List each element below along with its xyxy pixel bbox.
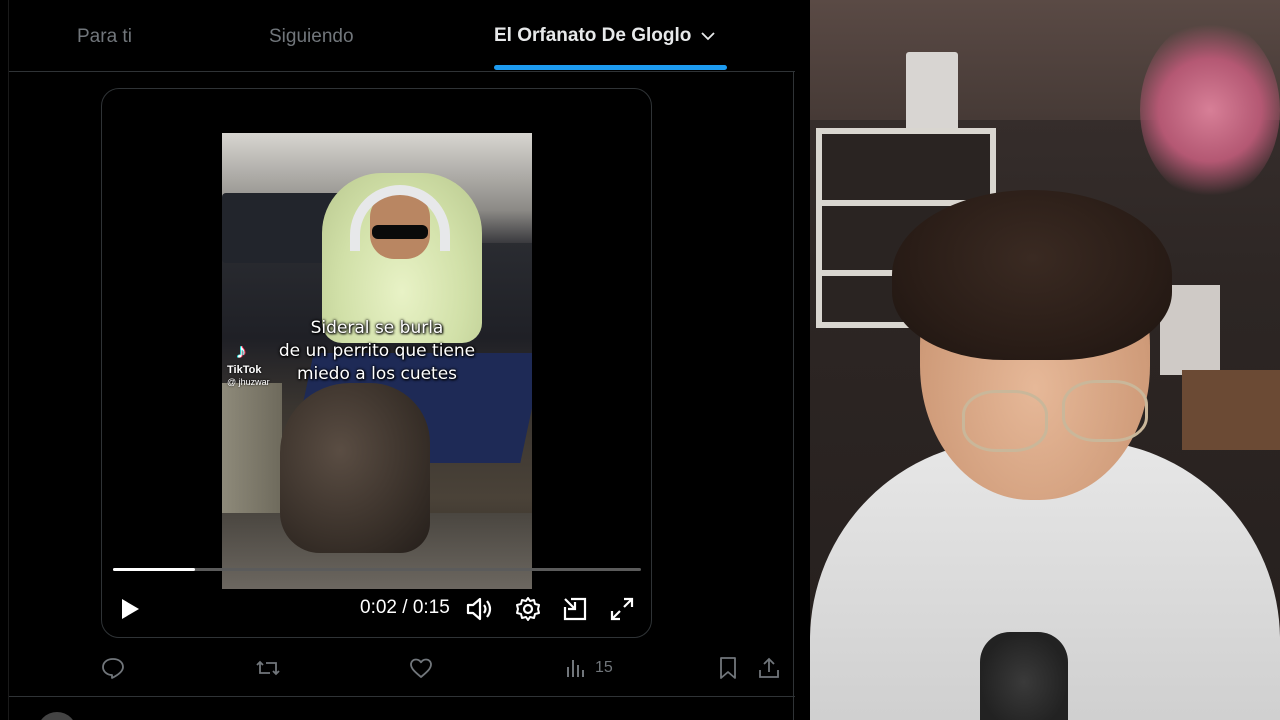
views-count: 15 [595, 659, 613, 676]
heart-icon [410, 658, 432, 678]
video-sunglasses [372, 225, 428, 239]
video-frame[interactable]: Sideral se burla de un perrito que tiene… [222, 133, 532, 589]
tab-following[interactable]: Siguiendo [269, 0, 354, 72]
bookmark-button[interactable] [717, 652, 739, 684]
volume-icon [466, 597, 492, 621]
video-progress-bar[interactable] [113, 568, 641, 571]
tab-list-label: El Orfanato De Gloglo [494, 25, 692, 46]
dock-icon [563, 597, 587, 621]
webcam-lamp [906, 52, 958, 134]
tiktok-logo-icon: ♪ [236, 340, 247, 363]
play-icon [122, 599, 139, 619]
webcam-box [1182, 370, 1280, 450]
webcam-glasses-lens [1062, 380, 1148, 442]
tab-list[interactable]: El Orfanato De Gloglo [494, 0, 717, 72]
tiktok-watermark: TikTok @ jhuzwar [227, 365, 270, 388]
settings-button[interactable] [512, 593, 544, 625]
retweet-button[interactable] [255, 652, 281, 684]
avatar[interactable] [37, 712, 77, 720]
views-button[interactable]: 15 [565, 652, 613, 684]
share-button[interactable] [757, 652, 781, 684]
reply-icon [102, 658, 124, 679]
volume-button[interactable] [464, 593, 496, 625]
video-scene-wall-left [222, 383, 282, 523]
fullscreen-icon [610, 597, 634, 621]
fullscreen-button[interactable] [606, 593, 638, 625]
tiktok-watermark-handle: @ jhuzwar [227, 377, 270, 387]
webcam-feed [810, 0, 1280, 720]
tab-for-you[interactable]: Para ti [77, 0, 132, 72]
timeline-tab-bar: Para ti Siguiendo El Orfanato De Gloglo [9, 0, 795, 72]
video-time: 0:02 / 0:15 [360, 597, 450, 618]
tweet-divider [9, 696, 795, 697]
gear-icon [516, 597, 540, 621]
video-dog-figure [280, 383, 430, 553]
tiktok-watermark-brand: TikTok [227, 364, 262, 376]
play-button[interactable] [114, 593, 146, 625]
like-button[interactable] [409, 652, 433, 684]
tweet-action-bar: 15 [93, 652, 793, 684]
twitter-feed-column: Para ti Siguiendo El Orfanato De Gloglo [0, 0, 810, 720]
webcam-person-hair [892, 190, 1172, 360]
video-player[interactable]: Sideral se burla de un perrito que tiene… [101, 88, 652, 638]
dock-button[interactable] [559, 593, 591, 625]
video-caption-line: Sideral se burla [310, 318, 444, 338]
video-progress-fill [113, 568, 195, 571]
active-tab-indicator [494, 65, 727, 70]
webcam-microphone [980, 632, 1068, 720]
bar-chart-icon [567, 660, 584, 677]
retweet-icon [256, 660, 280, 676]
bookmark-icon [720, 657, 736, 679]
video-caption-line: de un perrito que tiene [278, 341, 476, 361]
reply-button[interactable] [101, 652, 125, 684]
chevron-down-icon[interactable] [699, 27, 717, 45]
video-controls: 0:02 / 0:15 [102, 589, 651, 629]
share-icon [759, 657, 779, 678]
webcam-glasses-lens [962, 390, 1048, 452]
webcam-cherry-blossom-plant [1140, 20, 1280, 200]
timeline: Para ti Siguiendo El Orfanato De Gloglo [8, 0, 795, 720]
